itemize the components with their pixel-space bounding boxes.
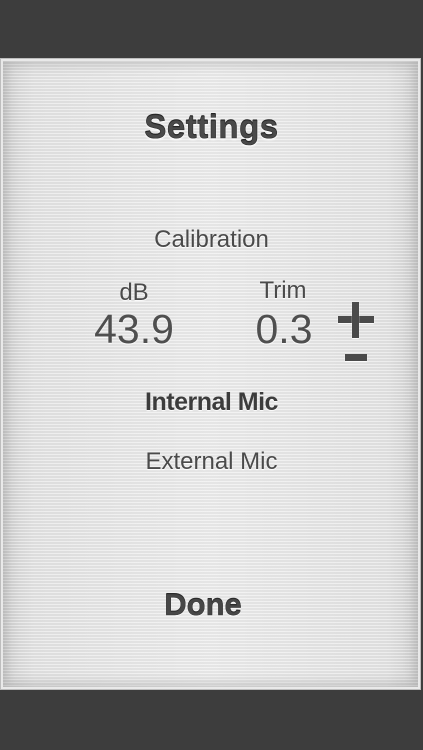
app-screen: Settings Calibration dB 43.9 Trim 0.3 In… [0,0,423,750]
trim-label: Trim [259,277,307,304]
plus-icon-vertical [352,302,359,338]
db-label: dB [119,279,149,306]
calibration-label: Calibration [154,226,269,253]
done-button[interactable]: Done [130,587,276,623]
page-title: Settings [144,108,279,146]
trim-decrease-button[interactable] [345,349,367,365]
minus-icon [345,354,367,361]
internal-mic-option[interactable]: Internal Mic [0,388,423,417]
db-value: 43.9 [94,306,174,352]
external-mic-option[interactable]: External Mic [0,448,423,476]
trim-value: 0.3 [255,306,313,352]
trim-increase-button[interactable] [338,302,374,338]
